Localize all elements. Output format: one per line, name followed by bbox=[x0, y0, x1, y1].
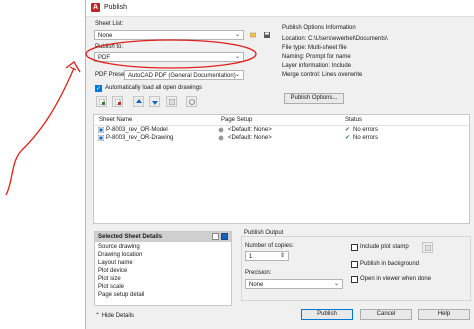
page-setup-cell: <Default: None> bbox=[228, 127, 272, 133]
plot-stamp-settings-icon-button[interactable] bbox=[422, 242, 433, 253]
preview-icon bbox=[189, 99, 195, 105]
add-sheets-button[interactable] bbox=[96, 96, 107, 107]
column-header-page-setup[interactable]: Page Setup bbox=[221, 116, 252, 124]
pdf-preset-value: AutoCAD PDF (General Documentation) bbox=[128, 73, 236, 79]
publish-in-background-label: Publish in background bbox=[360, 261, 420, 267]
detail-plot-scale: Plot scale bbox=[98, 284, 125, 290]
page-setup-cell: <Default: None> bbox=[228, 135, 272, 141]
spinner-arrows-icon: ⇕ bbox=[279, 253, 285, 259]
move-sheet-down-button[interactable] bbox=[149, 96, 160, 107]
pdf-preset-select[interactable]: AutoCAD PDF (General Documentation) ⌄ bbox=[124, 70, 244, 80]
remove-sheets-icon bbox=[115, 99, 121, 105]
open-in-viewer-checkbox[interactable] bbox=[351, 276, 358, 283]
publish-in-background-checkbox[interactable] bbox=[351, 261, 358, 268]
copies-value: 1 bbox=[249, 254, 253, 260]
autocad-app-icon: A bbox=[91, 3, 100, 12]
precision-value: None bbox=[249, 282, 264, 288]
page-setup-icon bbox=[218, 135, 224, 141]
layout-sheet-icon bbox=[98, 135, 104, 141]
column-header-sheet-name[interactable]: Sheet Name bbox=[99, 116, 132, 124]
sheet-name-cell: P-8003_rev_OR-Model bbox=[106, 127, 168, 133]
detail-page-setup-detail: Page setup detail bbox=[98, 292, 145, 298]
detail-plot-device: Plot device bbox=[98, 268, 128, 274]
save-icon bbox=[264, 32, 270, 38]
details-info-button[interactable] bbox=[221, 233, 228, 240]
table-row[interactable]: P-8003_rev_OR-Model <Default: None> ✔ No… bbox=[94, 126, 469, 134]
include-plot-stamp-label: Include plot stamp bbox=[360, 244, 409, 250]
remove-sheets-button[interactable] bbox=[112, 96, 123, 107]
include-plot-stamp-checkbox[interactable] bbox=[351, 244, 358, 251]
details-copy-button[interactable] bbox=[212, 233, 219, 240]
precision-select[interactable]: None ⌄ bbox=[245, 279, 343, 289]
open-in-viewer-label: Open in viewer when done bbox=[360, 276, 432, 282]
publish-options-button[interactable]: Publish Options... bbox=[284, 93, 344, 104]
stamp-icon bbox=[169, 99, 175, 105]
detail-plot-size: Plot size bbox=[98, 276, 121, 282]
move-down-icon bbox=[152, 101, 158, 105]
help-button[interactable]: Help bbox=[418, 309, 470, 320]
status-cell: No errors bbox=[353, 135, 379, 141]
table-row[interactable]: P-8003_rev_OR-Drawing <Default: None> ✔ … bbox=[94, 134, 469, 142]
model-sheet-icon bbox=[98, 127, 104, 133]
move-up-icon bbox=[136, 99, 142, 103]
chevron-down-icon: ⌄ bbox=[234, 72, 240, 78]
annotation-circle bbox=[85, 39, 257, 69]
page-setup-icon bbox=[218, 127, 224, 133]
selected-sheet-details-panel: Selected Sheet Details Source drawing Dr… bbox=[94, 231, 232, 306]
chevron-down-icon: ⌄ bbox=[333, 281, 339, 287]
copies-label: Number of copies: bbox=[245, 243, 294, 249]
move-sheet-up-button[interactable] bbox=[133, 96, 144, 107]
publish-option-file-type: File type: Multi-sheet file bbox=[282, 45, 347, 51]
details-heading: Selected Sheet Details bbox=[98, 234, 163, 240]
status-ok-icon: ✔ bbox=[345, 127, 351, 133]
publish-option-location: Location: C:\Users\ewerbel\Documents\ bbox=[282, 36, 388, 42]
hide-details-link[interactable]: ⌃ Hide Details bbox=[95, 312, 134, 319]
sheet-list-label: Sheet List: bbox=[95, 21, 124, 27]
pdf-preset-label: PDF Preset: bbox=[95, 72, 128, 78]
add-sheets-icon bbox=[99, 99, 105, 105]
publish-option-layer-info: Layer information: Include bbox=[282, 63, 352, 69]
dialog-title: Publish bbox=[104, 4, 127, 11]
copies-spinner[interactable]: 1 ⇕ bbox=[245, 251, 289, 261]
publish-option-merge-control: Merge control: Lines overwrite bbox=[282, 72, 363, 78]
title-bar: A Publish bbox=[86, 0, 474, 17]
detail-layout-name: Layout name bbox=[98, 260, 133, 266]
status-cell: No errors bbox=[353, 127, 379, 133]
chevron-up-icon: ⌃ bbox=[95, 313, 102, 319]
sheet-list-table: Sheet Name Page Setup Status P-8003_rev_… bbox=[93, 114, 470, 224]
column-header-status[interactable]: Status bbox=[345, 116, 362, 124]
detail-drawing-location: Drawing location bbox=[98, 252, 143, 258]
preview-button[interactable] bbox=[186, 96, 197, 107]
plot-stamp-icon bbox=[425, 245, 431, 251]
publish-dialog: A Publish Sheet List: None ⌄ Publish to:… bbox=[85, 0, 474, 329]
details-header: Selected Sheet Details bbox=[95, 232, 231, 242]
cancel-button[interactable]: Cancel bbox=[360, 309, 412, 320]
publish-options-heading: Publish Options Information bbox=[282, 25, 356, 31]
publish-button[interactable]: Publish bbox=[301, 309, 353, 320]
auto-load-label: Automatically load all open drawings bbox=[105, 85, 203, 91]
detail-source-drawing: Source drawing bbox=[98, 244, 140, 250]
publish-option-naming: Naming: Prompt for name bbox=[282, 54, 351, 60]
auto-load-checkbox[interactable]: ✓ bbox=[95, 85, 102, 92]
precision-label: Precision: bbox=[245, 270, 272, 276]
hide-details-label: Hide Details bbox=[101, 313, 135, 319]
status-ok-icon: ✔ bbox=[345, 135, 351, 141]
plot-stamp-settings-button[interactable] bbox=[166, 96, 177, 107]
sheet-name-cell: P-8003_rev_OR-Drawing bbox=[106, 135, 174, 141]
